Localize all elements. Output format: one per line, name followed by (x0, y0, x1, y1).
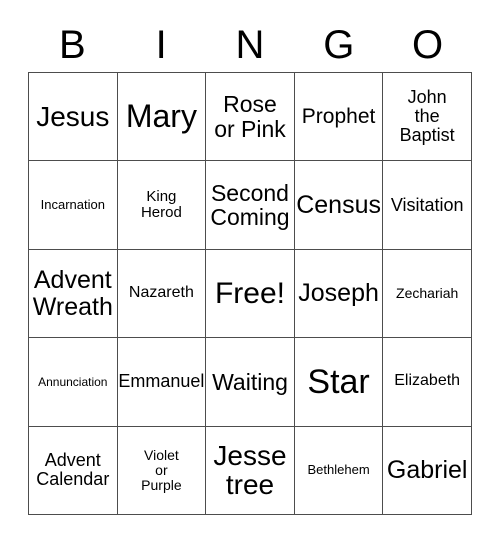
bingo-cell-label: Nazareth (128, 284, 194, 302)
bingo-cell[interactable]: Advent Wreath (29, 249, 118, 339)
bingo-cell-label: Advent Calendar (36, 450, 110, 490)
bingo-cell[interactable]: Violet or Purple (117, 426, 207, 516)
bingo-cell-label: Second Coming (210, 179, 290, 231)
bingo-cell-label: Census (296, 190, 381, 219)
bingo-cell[interactable]: Second Coming (206, 161, 295, 250)
bingo-cell[interactable]: Advent Calendar (29, 426, 118, 516)
header-letter-o: O (412, 23, 444, 67)
header-letter-i: I (155, 23, 167, 67)
bingo-row: Advent Calendar Violet or Purple Jesse t… (29, 426, 472, 516)
bingo-cell[interactable]: Jesus (29, 73, 118, 162)
bingo-cell-label: Joseph (298, 279, 379, 308)
bingo-cell[interactable]: Elizabeth (383, 338, 472, 427)
bingo-cell[interactable]: Star (294, 338, 384, 427)
bingo-cell[interactable]: Nazareth (117, 249, 207, 339)
bingo-cell-label: King Herod (140, 188, 182, 222)
bingo-cell[interactable]: Census (294, 161, 384, 250)
bingo-cell-label: Advent Wreath (32, 266, 113, 321)
bingo-cell[interactable]: Incarnation (29, 161, 118, 250)
bingo-cell[interactable]: Waiting (206, 338, 295, 427)
bingo-cell[interactable]: King Herod (117, 161, 207, 250)
bingo-cell-label: Visitation (390, 194, 464, 215)
bingo-cell-label: Star (307, 362, 370, 401)
bingo-cell-label: Gabriel (386, 456, 468, 485)
bingo-cell[interactable]: Bethlehem (294, 426, 384, 516)
bingo-cell[interactable]: Gabriel (383, 426, 472, 516)
bingo-cell[interactable]: Mary (117, 73, 207, 162)
bingo-cell-label: Incarnation (40, 197, 105, 213)
bingo-cell-label: John the Baptist (399, 87, 455, 146)
bingo-header-row: B I N G O (28, 18, 472, 72)
bingo-cell[interactable]: John the Baptist (383, 73, 472, 162)
bingo-row: Advent Wreath Nazareth Free! Joseph Zech… (29, 249, 472, 339)
bingo-cell[interactable]: Prophet (294, 73, 384, 162)
bingo-cell-label: Rose or Pink (214, 91, 286, 142)
bingo-cell[interactable]: Jesse tree (206, 426, 295, 516)
bingo-cell-label: Waiting (212, 368, 288, 395)
bingo-cell-label: Annunciation (38, 374, 108, 389)
bingo-cell-label: Mary (125, 97, 197, 134)
header-letter-b: B (59, 23, 86, 67)
bingo-cell-label: Emmanuel (118, 371, 205, 392)
bingo-row: Jesus Mary Rose or Pink Prophet John the… (29, 73, 472, 162)
header-letter-n: N (235, 23, 265, 67)
bingo-row: Incarnation King Herod Second Coming Cen… (29, 161, 472, 250)
bingo-cell[interactable]: Joseph (294, 249, 384, 339)
bingo-cell-label: Bethlehem (307, 462, 370, 478)
bingo-cell[interactable]: Annunciation (29, 338, 118, 427)
bingo-cell[interactable]: Rose or Pink (206, 73, 295, 162)
bingo-cell-label: Elizabeth (394, 372, 461, 390)
bingo-cell-label: Jesse tree (213, 439, 287, 501)
bingo-cell[interactable]: Emmanuel (117, 338, 207, 427)
bingo-card: B I N G O Jesus Mary Rose or Pink Prophe… (0, 0, 500, 544)
bingo-cell-free[interactable]: Free! (206, 249, 295, 339)
bingo-cell-label: Violet or Purple (141, 447, 182, 493)
bingo-cell-label: Free! (214, 276, 285, 310)
bingo-row: Annunciation Emmanuel Waiting Star Eliza… (29, 338, 472, 427)
header-letter-g: G (323, 23, 355, 67)
bingo-cell[interactable]: Zechariah (383, 249, 472, 339)
bingo-grid: Jesus Mary Rose or Pink Prophet John the… (28, 72, 472, 516)
bingo-cell-label: Prophet (301, 104, 376, 128)
bingo-cell-label: Jesus (36, 100, 110, 132)
bingo-cell-label: Zechariah (396, 285, 459, 302)
bingo-cell[interactable]: Visitation (383, 161, 472, 250)
